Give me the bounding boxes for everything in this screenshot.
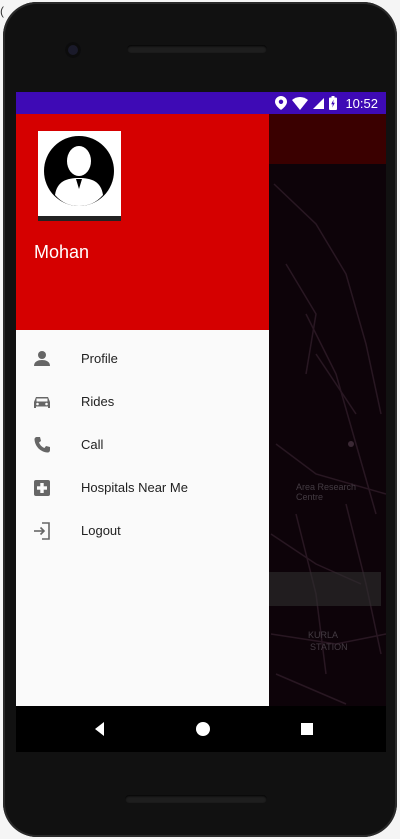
avatar-caption-strip	[38, 216, 121, 221]
corner-mark: (	[0, 4, 4, 18]
home-icon[interactable]	[194, 720, 212, 738]
menu-item-label: Profile	[81, 351, 118, 366]
recents-icon[interactable]	[298, 720, 316, 738]
menu-item-rides[interactable]: Rides	[16, 381, 269, 424]
menu-item-label: Logout	[81, 523, 121, 538]
menu-item-label: Call	[81, 437, 104, 452]
back-icon[interactable]	[91, 720, 109, 738]
screen: Area Research Centre KURLA STATION 10:52	[16, 92, 386, 706]
menu-item-label: Hospitals Near Me	[81, 480, 188, 495]
drawer-header: Mohan	[16, 114, 269, 330]
hospital-icon	[34, 480, 50, 496]
menu-item-call[interactable]: Call	[16, 424, 269, 467]
system-navigation-bar	[16, 706, 386, 752]
username: Mohan	[34, 242, 90, 262]
user-silhouette-icon	[44, 136, 114, 206]
menu-item-hospitals[interactable]: Hospitals Near Me	[16, 467, 269, 510]
battery-charging-icon	[329, 96, 338, 110]
cellular-signal-icon	[313, 97, 325, 109]
drawer-menu: Profile Rides Call Hospitals Near Me Log…	[16, 338, 269, 553]
car-icon	[34, 397, 50, 408]
navigation-drawer: Mohan Profile Rides Call Hospitals Near …	[16, 114, 269, 706]
logout-icon	[34, 522, 50, 540]
location-icon	[275, 96, 288, 110]
user-avatar[interactable]	[38, 131, 121, 221]
menu-item-logout[interactable]: Logout	[16, 510, 269, 553]
status-time: 10:52	[345, 95, 378, 111]
wifi-icon	[292, 96, 309, 110]
earpiece-speaker	[127, 45, 267, 53]
menu-item-label: Rides	[81, 394, 115, 409]
status-bar: 10:52	[16, 92, 386, 114]
front-camera	[65, 42, 81, 58]
phone-icon	[34, 437, 50, 453]
menu-item-profile[interactable]: Profile	[16, 338, 269, 381]
bottom-speaker	[125, 795, 267, 803]
person-icon	[34, 351, 50, 366]
